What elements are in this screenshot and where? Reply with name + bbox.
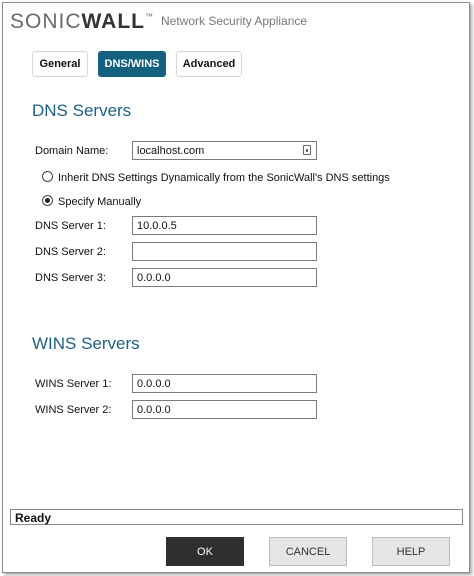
logo-trademark: ™	[145, 12, 154, 21]
domain-name-value: localhost.com	[137, 145, 205, 157]
logo-text-light: SONIC	[10, 10, 82, 33]
wins-server-2-input[interactable]: 0.0.0.0	[132, 400, 317, 419]
dns-server-1-label: DNS Server 1:	[35, 220, 106, 232]
tab-dns-wins[interactable]: DNS/WINS	[98, 51, 166, 77]
tab-general[interactable]: General	[32, 51, 88, 77]
ok-button[interactable]: OK	[166, 537, 244, 566]
wins-server-1-label: WINS Server 1:	[35, 378, 112, 390]
wins-server-2-label: WINS Server 2:	[35, 404, 112, 416]
dns-server-3-label: DNS Server 3:	[35, 272, 106, 284]
status-bar: Ready	[10, 509, 463, 525]
autofill-icon[interactable]	[303, 145, 311, 155]
domain-name-label: Domain Name:	[35, 145, 109, 157]
dialog-window: SONICWALL™ Network Security Appliance Ge…	[2, 2, 470, 573]
domain-name-input[interactable]: localhost.com	[132, 141, 317, 160]
wins-section-title: WINS Servers	[32, 334, 140, 353]
specify-manually-radio[interactable]	[42, 195, 53, 206]
wins-server-1-input[interactable]: 0.0.0.0	[132, 374, 317, 393]
inherit-dns-radio[interactable]	[42, 171, 53, 182]
logo-text-bold: WALL	[81, 10, 145, 33]
specify-manually-label: Specify Manually	[58, 196, 142, 208]
tab-advanced[interactable]: Advanced	[176, 51, 242, 77]
dns-server-2-input[interactable]	[132, 242, 317, 261]
cancel-button[interactable]: CANCEL	[269, 537, 347, 566]
dns-section-title: DNS Servers	[32, 101, 132, 120]
app-subtitle: Network Security Appliance	[161, 14, 308, 28]
dns-server-1-input[interactable]: 10.0.0.5	[132, 216, 317, 235]
dns-server-3-input[interactable]: 0.0.0.0	[132, 268, 317, 287]
sonicwall-logo: SONICWALL™	[10, 10, 154, 34]
inherit-dns-label: Inherit DNS Settings Dynamically from th…	[58, 172, 390, 184]
help-button[interactable]: HELP	[372, 537, 450, 566]
dns-server-2-label: DNS Server 2:	[35, 246, 106, 258]
